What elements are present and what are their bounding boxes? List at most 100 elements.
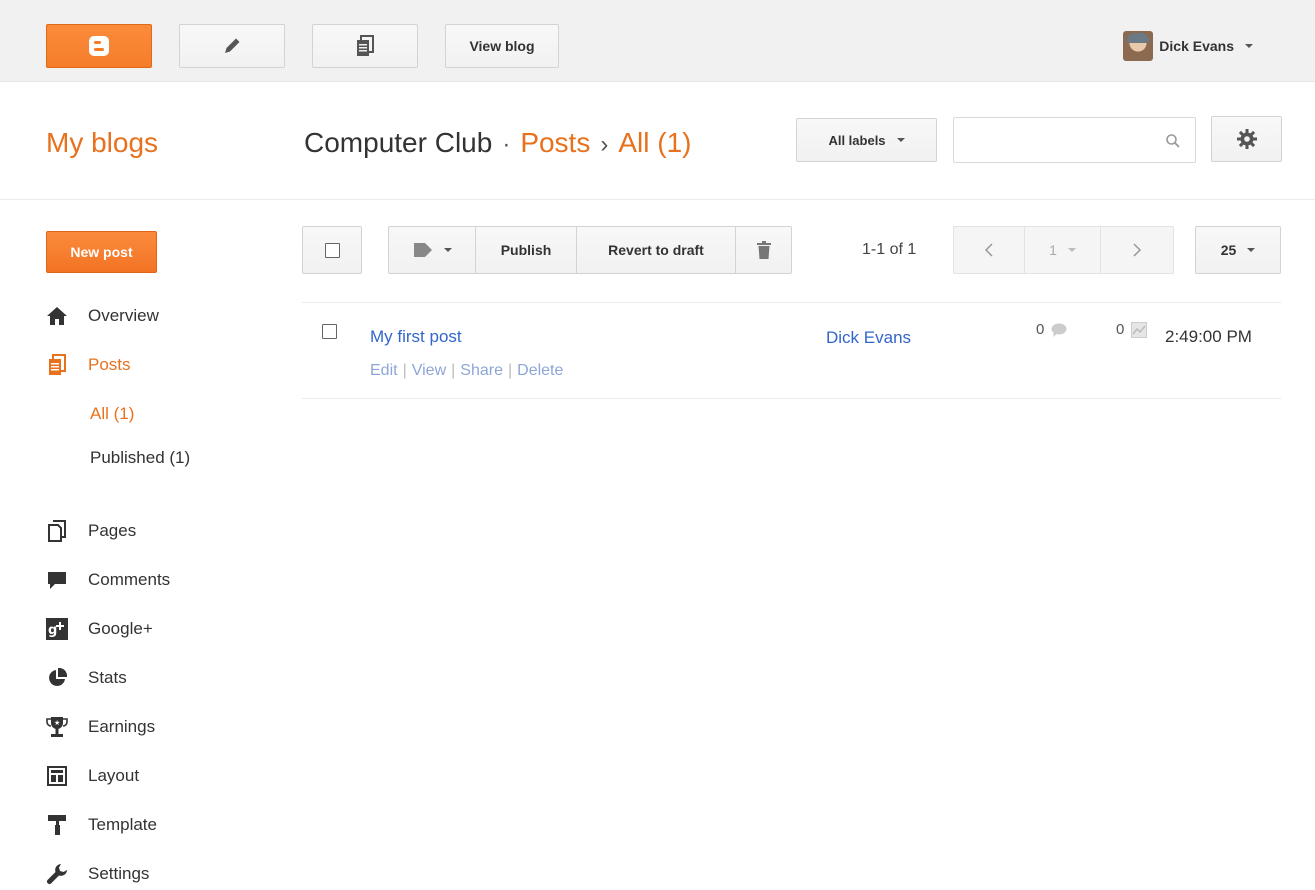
- sidebar-item-layout[interactable]: Layout: [46, 762, 139, 790]
- search-box: [953, 117, 1196, 163]
- posts-icon: [49, 354, 66, 375]
- chevron-down-icon: [896, 138, 905, 142]
- next-page-button[interactable]: [1100, 226, 1174, 274]
- chevron-down-icon: [443, 248, 452, 252]
- tag-icon: [413, 243, 432, 257]
- stats-graph-icon: [1131, 321, 1148, 338]
- page-number: 1: [1049, 242, 1057, 258]
- chevron-down-icon: [1247, 248, 1256, 252]
- sidebar-item-comments[interactable]: Comments: [46, 566, 170, 594]
- publish-button[interactable]: Publish: [475, 226, 577, 274]
- labels-dropdown[interactable]: All labels: [796, 118, 937, 162]
- page-select[interactable]: 1: [1024, 226, 1101, 274]
- sidebar-item-google-plus[interactable]: g Google+: [46, 615, 153, 643]
- search-input[interactable]: [962, 126, 1152, 154]
- home-icon: [47, 307, 67, 325]
- sidebar-item-label: Pages: [88, 521, 137, 540]
- breadcrumb-separator: ·: [502, 131, 511, 158]
- pie-chart-icon: [49, 668, 67, 686]
- sidebar-item-label: Earnings: [88, 717, 156, 736]
- sidebar-item-earnings[interactable]: ★ Earnings: [46, 713, 155, 741]
- sidebar-item-label: Overview: [88, 306, 159, 325]
- result-count: 1-1 of 1: [862, 241, 917, 258]
- my-blogs-link[interactable]: My blogs: [46, 127, 158, 159]
- list-divider: [302, 302, 1281, 303]
- account-menu[interactable]: Dick Evans: [1123, 26, 1253, 66]
- google-plus-icon: g: [46, 618, 68, 640]
- post-view-link[interactable]: View: [412, 362, 446, 380]
- new-post-pencil-button[interactable]: [179, 24, 285, 68]
- delete-button[interactable]: [735, 226, 792, 274]
- wrench-icon: [47, 864, 67, 884]
- post-title-link[interactable]: My first post: [370, 327, 462, 347]
- posts-list-button[interactable]: [312, 24, 418, 68]
- search-icon[interactable]: [1165, 133, 1181, 149]
- revert-to-draft-button[interactable]: Revert to draft: [576, 226, 736, 274]
- sidebar-item-label: Template: [88, 815, 157, 834]
- trash-icon: [756, 241, 771, 259]
- select-all-button[interactable]: [302, 226, 362, 274]
- gear-icon: [1236, 129, 1257, 149]
- sidebar-item-label: Layout: [88, 766, 140, 785]
- blogger-logo-icon: [89, 36, 109, 56]
- blogger-logo-button[interactable]: [46, 24, 152, 68]
- new-post-button[interactable]: New post: [46, 231, 157, 273]
- user-name: Dick Evans: [1159, 38, 1234, 54]
- chevron-down-icon: [1067, 248, 1076, 252]
- post-checkbox[interactable]: [322, 324, 337, 339]
- pages-icon: [48, 520, 66, 542]
- trophy-icon: ★: [46, 717, 68, 737]
- sidebar-item-label: Comments: [88, 570, 171, 589]
- chevron-down-icon: [1245, 44, 1253, 48]
- post-view-count: 0: [1116, 321, 1148, 338]
- header-divider: [0, 199, 1315, 200]
- breadcrumb-posts[interactable]: Posts: [520, 127, 590, 159]
- avatar: [1123, 31, 1154, 61]
- sidebar-item-label: Stats: [88, 668, 127, 687]
- breadcrumb-arrow: ›: [600, 131, 609, 158]
- blog-name: Computer Club: [304, 127, 493, 158]
- sidebar-item-template[interactable]: Template: [46, 811, 157, 839]
- sidebar-item-posts[interactable]: Posts: [46, 351, 131, 379]
- post-comment-count[interactable]: 0: [1036, 321, 1067, 338]
- top-bar: View blog Dick Evans: [0, 0, 1315, 82]
- breadcrumb-filter: All (1): [618, 127, 692, 158]
- sidebar-subitem-published[interactable]: Published (1): [90, 445, 190, 471]
- posts-icon: [357, 35, 374, 56]
- per-page-dropdown[interactable]: 25: [1195, 226, 1281, 274]
- view-count: 0: [1116, 321, 1125, 338]
- svg-text:★: ★: [54, 719, 60, 727]
- view-blog-button[interactable]: View blog: [445, 24, 559, 68]
- label-posts-button[interactable]: [388, 226, 476, 274]
- post-actions: Edit | View | Share | Delete: [370, 362, 564, 380]
- per-page-value: 25: [1220, 242, 1237, 258]
- select-all-checkbox[interactable]: [324, 242, 340, 258]
- pencil-icon: [225, 38, 240, 53]
- post-time: 2:49:00 PM: [1165, 327, 1252, 346]
- sidebar-item-overview[interactable]: Overview: [46, 302, 159, 330]
- sidebar-item-label: Posts: [88, 355, 131, 374]
- chevron-left-icon: [984, 243, 993, 257]
- chevron-right-icon: [1133, 243, 1142, 257]
- sidebar-subitem-all[interactable]: All (1): [90, 401, 134, 427]
- svg-text:g: g: [48, 623, 57, 638]
- breadcrumb: Computer Club · Posts › All (1): [304, 127, 691, 159]
- post-author-link[interactable]: Dick Evans: [826, 328, 911, 348]
- prev-page-button[interactable]: [953, 226, 1025, 274]
- labels-dropdown-label: All labels: [828, 132, 886, 148]
- paint-roller-icon: [48, 815, 66, 835]
- comment-icon: [1051, 323, 1067, 337]
- post-share-link[interactable]: Share: [460, 362, 503, 380]
- sidebar-item-settings[interactable]: Settings: [46, 860, 149, 888]
- sidebar-item-label: Google+: [88, 619, 153, 638]
- post-delete-link[interactable]: Delete: [517, 362, 563, 380]
- settings-button[interactable]: [1211, 116, 1282, 162]
- post-edit-link[interactable]: Edit: [370, 362, 398, 380]
- list-divider: [302, 398, 1281, 399]
- layout-icon: [47, 766, 67, 786]
- comment-count: 0: [1036, 321, 1045, 338]
- comment-icon: [48, 572, 66, 589]
- sidebar-item-stats[interactable]: Stats: [46, 664, 127, 692]
- sidebar-item-pages[interactable]: Pages: [46, 517, 136, 545]
- sidebar-item-label: Settings: [88, 864, 150, 883]
